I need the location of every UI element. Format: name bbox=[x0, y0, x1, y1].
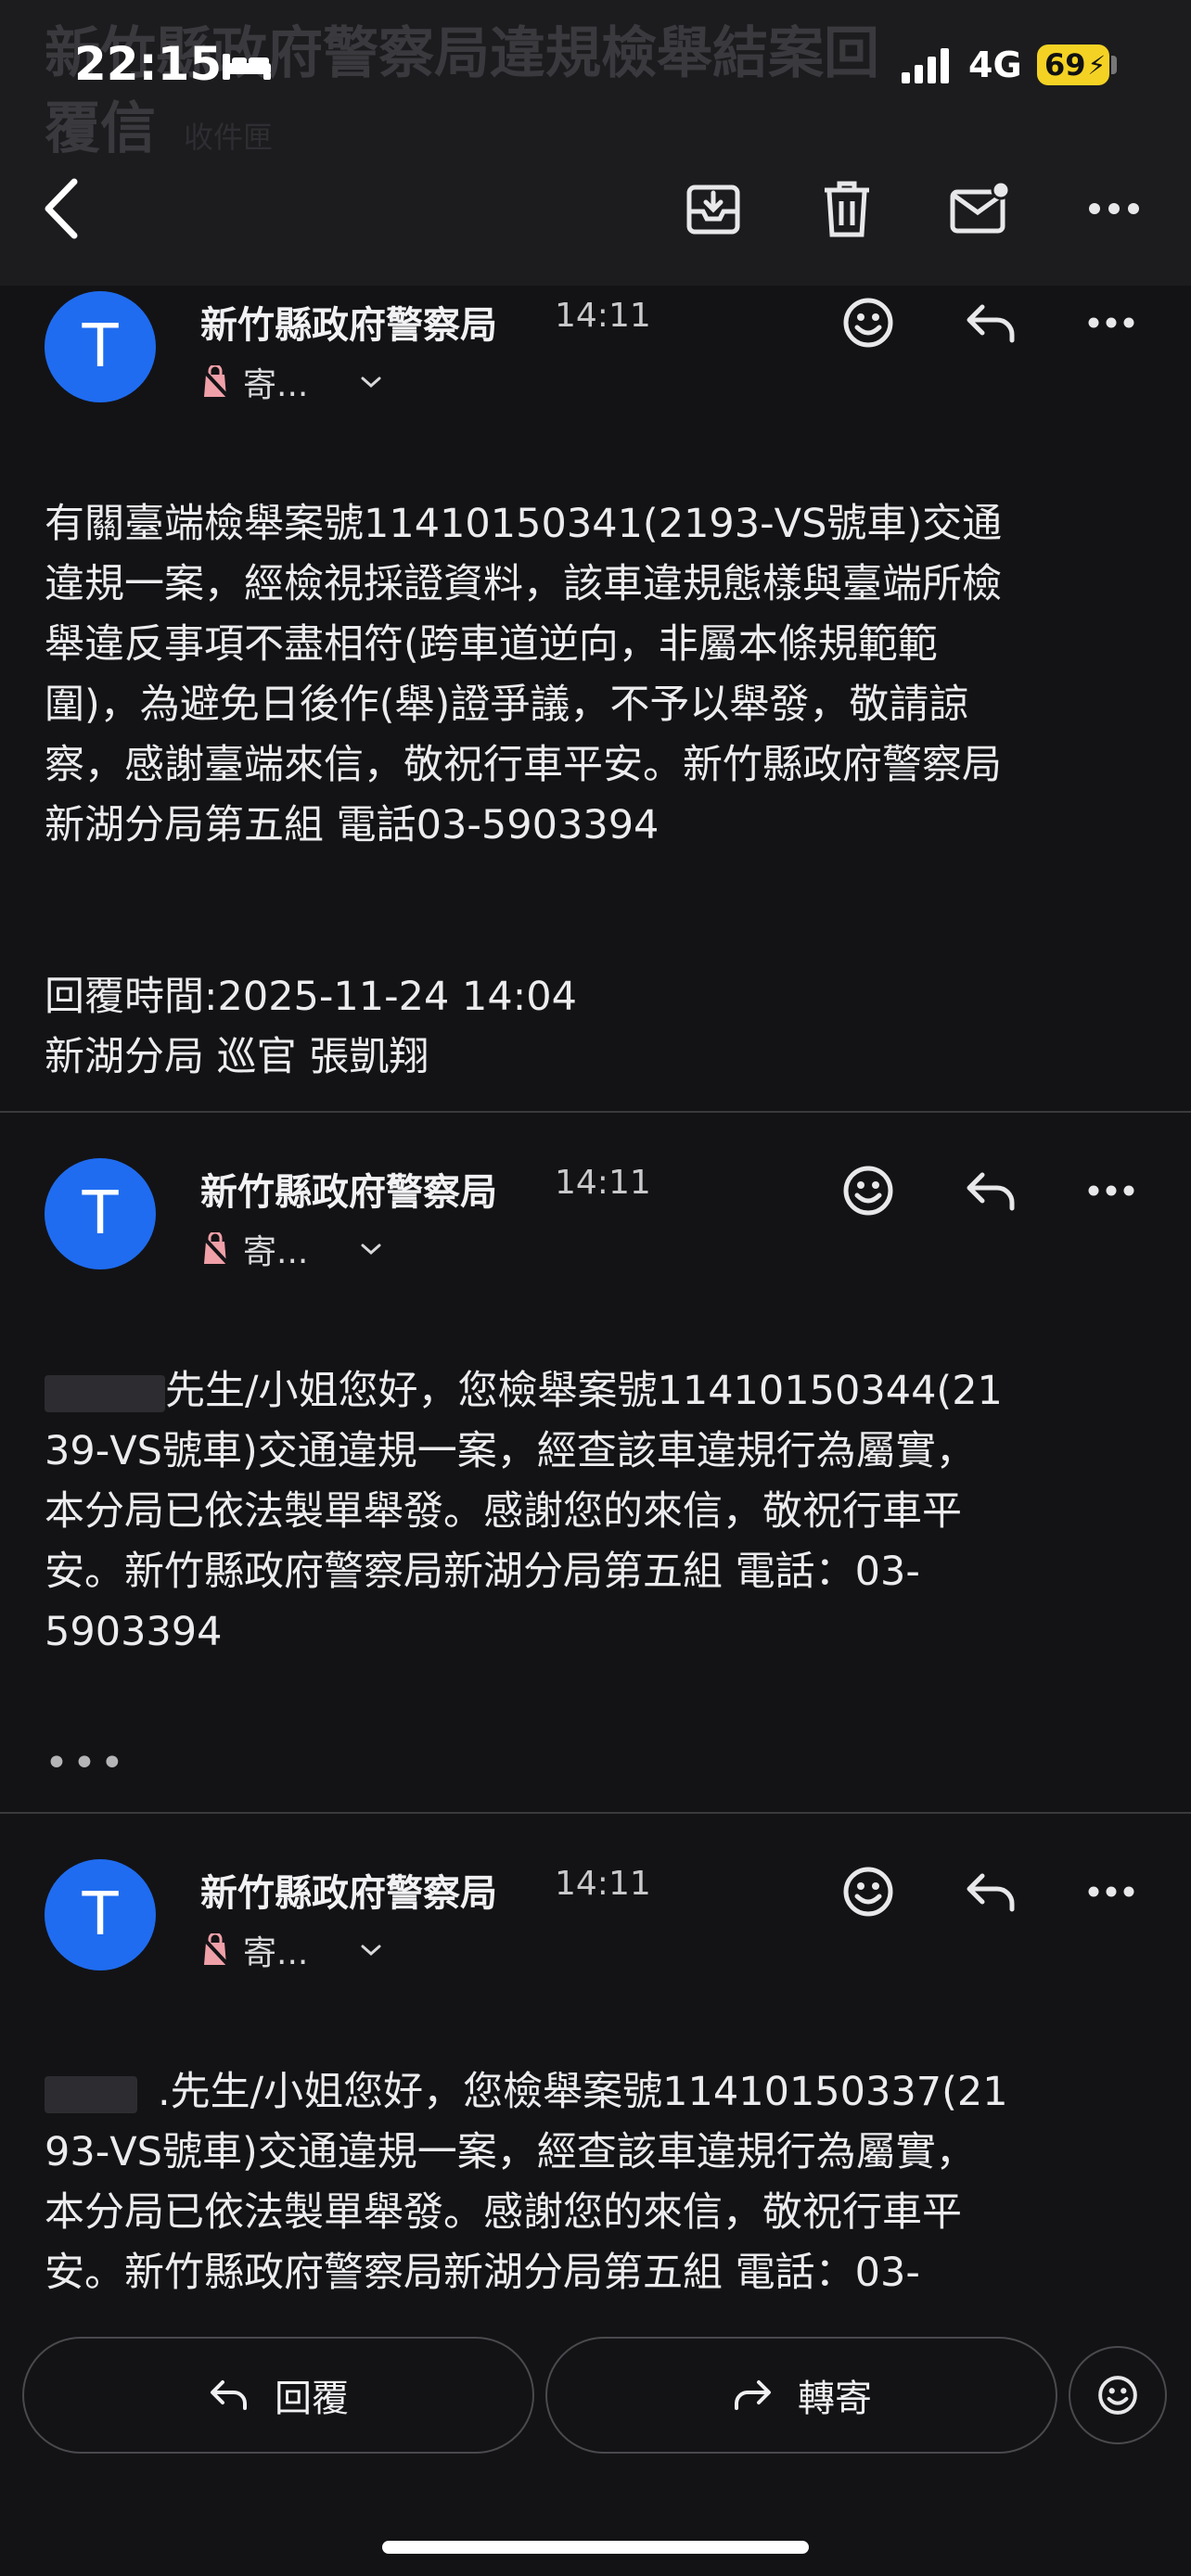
recipient-label: 寄... bbox=[243, 366, 309, 404]
message-more-icon[interactable] bbox=[1074, 1154, 1148, 1228]
subject-line-2: 覆信 bbox=[45, 96, 156, 161]
status-bar: 22:15 4G 69 ⚡ bbox=[0, 32, 1191, 106]
emoji-icon bbox=[1098, 2376, 1137, 2415]
chevron-down-icon bbox=[361, 1243, 381, 1256]
clock: 22:15 bbox=[74, 37, 223, 91]
reply-time: 回覆時間:2025-11-24 14:04 bbox=[45, 974, 577, 1020]
sent-via-icon bbox=[200, 1232, 230, 1266]
chevron-down-icon bbox=[361, 376, 381, 389]
mark-unread-icon[interactable] bbox=[939, 167, 1022, 250]
sent-via-icon bbox=[200, 1933, 230, 1967]
avatar: T bbox=[45, 1158, 156, 1269]
recipient-toggle[interactable]: 寄... bbox=[200, 358, 382, 406]
redacted-name bbox=[45, 1374, 165, 1412]
charging-icon: ⚡ bbox=[1087, 49, 1107, 81]
officer-signature: 新湖分局 巡官 張凱翔 bbox=[45, 1034, 429, 1080]
message-card[interactable]: T 新竹縣政府警察局 14:11 寄... .先生/小姐您好，您檢舉案號1141… bbox=[0, 1856, 1191, 2309]
toolbar bbox=[0, 167, 1191, 260]
more-icon[interactable] bbox=[1072, 167, 1156, 250]
redacted-name bbox=[45, 2075, 137, 2113]
avatar: T bbox=[45, 291, 156, 402]
sent-via-icon bbox=[200, 365, 230, 399]
reply-button[interactable]: 回覆 bbox=[22, 2337, 534, 2454]
emoji-reaction-icon[interactable] bbox=[831, 286, 905, 360]
reply-icon bbox=[211, 2380, 247, 2410]
emoji-reaction-icon[interactable] bbox=[831, 1855, 905, 1929]
message-time: 14:11 bbox=[555, 1865, 651, 1903]
show-trimmed-content[interactable]: ••• bbox=[45, 1740, 128, 1787]
message-body: 先生/小姐您好，您檢舉案號11410150344(21 39-VS號車)交通違規… bbox=[45, 1361, 1148, 1663]
message-body: 有關臺端檢舉案號11410150341(2193-VS號車)交通 違規一案，經檢… bbox=[45, 501, 1003, 848]
subject-tag: 收件匣 bbox=[184, 120, 274, 155]
trash-icon[interactable] bbox=[805, 167, 889, 250]
message-time: 14:11 bbox=[555, 1164, 651, 1202]
back-icon[interactable] bbox=[20, 167, 104, 250]
sender-name: 新竹縣政府警察局 bbox=[200, 304, 497, 347]
reply-icon[interactable] bbox=[954, 1855, 1028, 1929]
emoji-reaction-icon[interactable] bbox=[831, 1154, 905, 1228]
divider bbox=[0, 1812, 1191, 1814]
sender-name: 新竹縣政府警察局 bbox=[200, 1171, 497, 1214]
message-more-icon[interactable] bbox=[1074, 1855, 1148, 1929]
reply-label: 回覆 bbox=[275, 2378, 349, 2420]
message-card[interactable]: T 新竹縣政府警察局 14:11 寄... 先生/小姐您好，您檢舉案號11410… bbox=[0, 1155, 1191, 1812]
battery-cap bbox=[1111, 56, 1117, 74]
network-type: 4G bbox=[968, 45, 1022, 85]
message-body-text: 先生/小姐您好，您檢舉案號11410150344(21 39-VS號車)交通違規… bbox=[45, 1368, 1003, 1655]
message-card[interactable]: T 新竹縣政府警察局 14:11 寄... 有關臺端檢舉案號1141015034… bbox=[0, 286, 1191, 1113]
sender-name: 新竹縣政府警察局 bbox=[200, 1872, 497, 1915]
bottom-action-bar: 回覆 轉寄 bbox=[0, 2309, 1191, 2576]
top-header: 新竹縣政府警察局違規檢舉結案回 覆信 收件匣 22:15 4G 69 ⚡ bbox=[0, 0, 1191, 286]
battery-level: 69 bbox=[1044, 47, 1086, 83]
sleep-focus-icon bbox=[223, 54, 271, 80]
forward-label: 轉寄 bbox=[798, 2378, 872, 2420]
emoji-button[interactable] bbox=[1069, 2346, 1167, 2444]
divider bbox=[0, 1111, 1191, 1113]
battery-indicator: 69 ⚡ bbox=[1037, 45, 1109, 85]
reply-icon[interactable] bbox=[954, 286, 1028, 360]
recipient-toggle[interactable]: 寄... bbox=[200, 1926, 382, 1974]
message-more-icon[interactable] bbox=[1074, 286, 1148, 360]
chevron-down-icon bbox=[361, 1945, 381, 1957]
home-indicator[interactable] bbox=[382, 2541, 809, 2554]
archive-icon[interactable] bbox=[672, 167, 755, 250]
cell-signal-icon bbox=[902, 48, 949, 83]
recipient-label: 寄... bbox=[243, 1233, 309, 1271]
recipient-label: 寄... bbox=[243, 1934, 309, 1972]
avatar: T bbox=[45, 1859, 156, 1970]
message-time: 14:11 bbox=[555, 297, 651, 335]
reply-icon[interactable] bbox=[954, 1154, 1028, 1228]
message-body: .先生/小姐您好，您檢舉案號11410150337(21 93-VS號車)交通違… bbox=[45, 2062, 1148, 2303]
recipient-toggle[interactable]: 寄... bbox=[200, 1225, 382, 1273]
forward-icon bbox=[735, 2380, 771, 2410]
forward-button[interactable]: 轉寄 bbox=[545, 2337, 1057, 2454]
message-body-text: .先生/小姐您好，您檢舉案號11410150337(21 93-VS號車)交通違… bbox=[45, 2069, 1008, 2296]
